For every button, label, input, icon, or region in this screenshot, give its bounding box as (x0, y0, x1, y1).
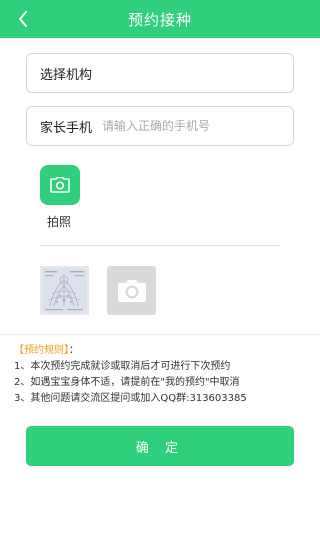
rules-heading: 【预约规则】： (14, 343, 314, 359)
back-button[interactable] (8, 0, 38, 38)
chevron-left-icon (19, 11, 27, 27)
camera-icon (50, 177, 70, 193)
rule-item: 1、本次预约完成就诊或取消后才可进行下次预约 (14, 361, 231, 372)
phone-input[interactable] (102, 119, 273, 133)
page-title: 预约接种 (127, 10, 192, 29)
divider (40, 245, 280, 246)
phone-label: 家长手机 (40, 120, 93, 136)
confirm-button[interactable]: 确 定 (26, 426, 294, 466)
section-separator (0, 334, 320, 335)
reservation-rules: 【预约规则】： 1、本次预约完成就诊或取消后才可进行下次预约 2、如遇宝宝身体不… (14, 343, 314, 407)
rules-title: 【预约规则】 (14, 345, 69, 356)
add-photo-button[interactable] (107, 266, 156, 315)
organization-label: 选择机构 (40, 67, 93, 83)
top-bar: 预约接种 (0, 0, 320, 38)
uploaded-photo-thumbnail[interactable] (40, 266, 89, 315)
photo-label: 拍照 (47, 215, 72, 229)
camera-icon (117, 279, 146, 302)
rules-title-suffix: ： (69, 345, 79, 356)
phone-field: 家长手机 (26, 106, 294, 146)
organization-selector[interactable]: 选择机构 (26, 53, 294, 93)
take-photo-button[interactable] (40, 165, 80, 205)
document-image (40, 266, 89, 315)
rule-item: 3、其他问题请交流区提问或加入QQ群:313603385 (14, 393, 247, 404)
rule-item: 2、如遇宝宝身体不适，请提前在"我的预约"中取消 (14, 377, 240, 388)
